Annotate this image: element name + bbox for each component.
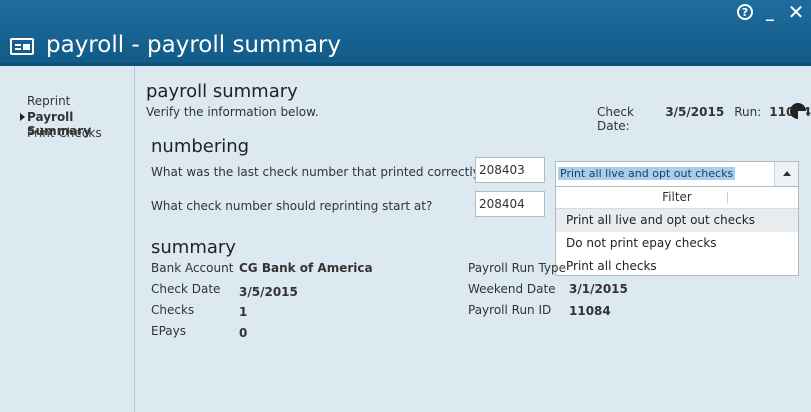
run-status-icon[interactable] <box>790 103 806 119</box>
bank-account-value: CG Bank of America <box>239 261 373 275</box>
dropdown-option-all-checks[interactable]: Print all checks <box>556 255 798 278</box>
page-subtitle: Verify the information below. <box>146 105 319 119</box>
page-title: payroll summary <box>146 81 298 102</box>
dropdown-option-all-live-opt-out[interactable]: Print all live and opt out checks <box>556 209 798 232</box>
reprint-start-question: What check number should reprinting star… <box>151 199 433 213</box>
weekend-date-value: 3/1/2015 <box>569 282 628 296</box>
last-check-question: What was the last check number that prin… <box>151 165 487 179</box>
help-icon[interactable]: ? <box>737 4 753 20</box>
last-check-number-input[interactable] <box>475 157 545 183</box>
sidebar-item-payroll-summary[interactable]: Payroll Summary <box>0 110 134 138</box>
sidebar-item-reprint[interactable]: Reprint <box>0 94 134 110</box>
checks-value: 1 <box>239 305 248 319</box>
payroll-run-id-label: Payroll Run ID <box>468 303 552 317</box>
summary-heading: summary <box>151 237 236 258</box>
check-date-label: Check Date: <box>597 105 634 133</box>
check-info: Check Date: 3/5/2015 Run: 11084 <box>597 105 811 133</box>
window-title: payroll - payroll summary <box>46 32 341 58</box>
numbering-heading: numbering <box>151 136 250 157</box>
epays-label: EPays <box>151 324 186 338</box>
print-option-selected-value: Print all live and opt out checks <box>558 167 736 180</box>
payroll-app-icon <box>10 38 34 55</box>
payroll-run-type-label: Payroll Run Type <box>468 261 567 275</box>
run-label: Run: <box>734 105 762 119</box>
print-option-select[interactable]: Print all live and opt out checks <box>555 161 799 187</box>
print-option-dropdown: Filter Print all live and opt out checks… <box>555 186 799 276</box>
sidebar: Reprint Payroll Summary Print Checks <box>0 66 135 412</box>
check-date-value: 3/5/2015 <box>665 105 725 119</box>
weekend-date-label: Weekend Date <box>468 282 556 296</box>
dropdown-option-no-epay[interactable]: Do not print epay checks <box>556 232 798 255</box>
title-bar: ? _ ✕ payroll - payroll summary <box>0 0 811 66</box>
checks-label: Checks <box>151 303 195 317</box>
window-controls: ? _ ✕ <box>737 0 805 24</box>
dropdown-filter[interactable]: Filter <box>556 187 798 209</box>
close-icon[interactable]: ✕ <box>787 0 805 24</box>
summary-check-date-value: 3/5/2015 <box>239 285 298 299</box>
payroll-run-id-value: 11084 <box>569 304 611 318</box>
epays-value: 0 <box>239 326 248 340</box>
minimize-icon[interactable]: _ <box>761 3 779 21</box>
bank-account-label: Bank Account <box>151 261 234 275</box>
reprint-start-number-input[interactable] <box>475 191 545 217</box>
summary-check-date-label: Check Date <box>151 282 221 296</box>
sidebar-item-print-checks[interactable]: Print Checks <box>0 126 134 142</box>
chevron-up-icon[interactable] <box>774 162 798 186</box>
